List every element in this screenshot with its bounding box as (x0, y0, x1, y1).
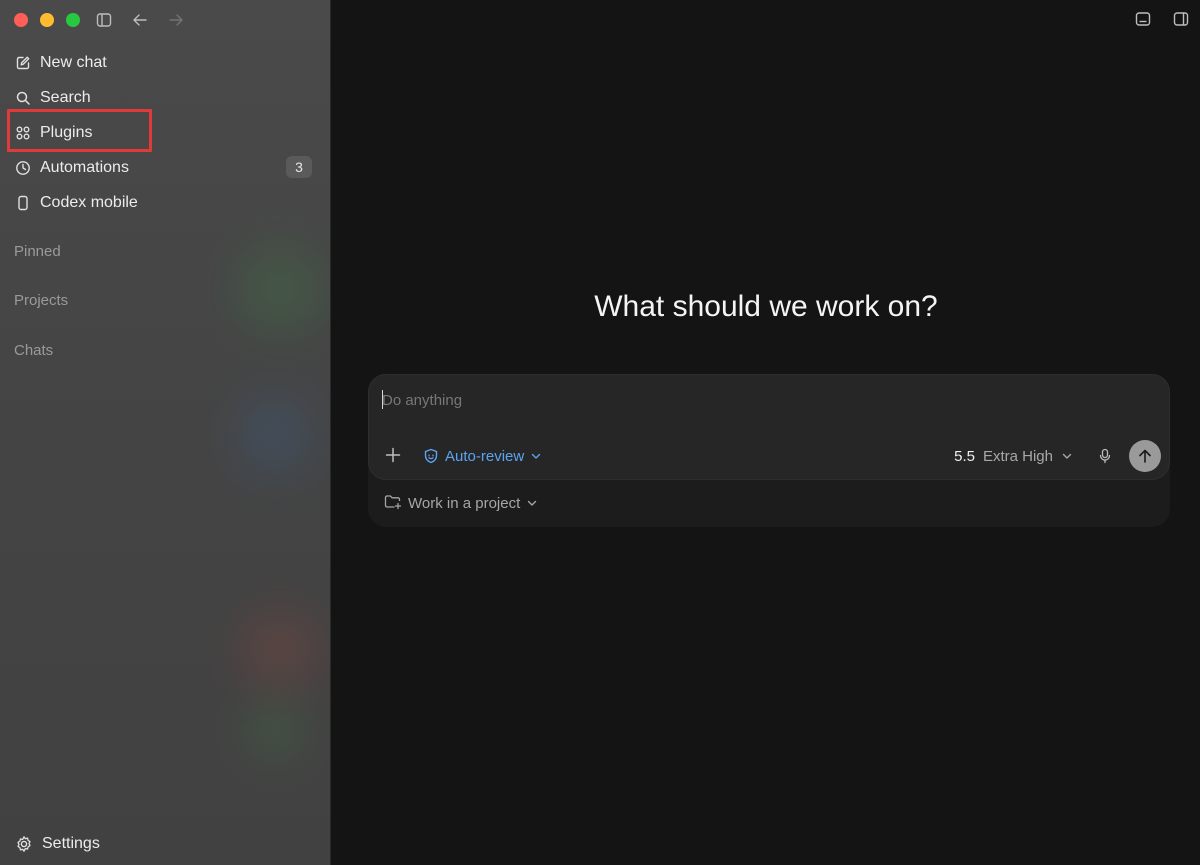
window-controls (14, 13, 80, 27)
sidebar-item-label: Plugins (40, 123, 93, 141)
sidebar-item-plugins[interactable]: Plugins (6, 115, 318, 150)
settings-button[interactable]: Settings (14, 833, 100, 855)
section-pinned[interactable]: Pinned (14, 243, 61, 260)
reasoning-level: Extra High (982, 447, 1053, 465)
text-caret (382, 390, 383, 409)
sidebar-item-label: Codex mobile (40, 193, 138, 211)
zoom-window-button[interactable] (66, 13, 80, 27)
forward-arrow-icon[interactable] (166, 10, 186, 30)
auto-review-label: Auto-review (445, 447, 525, 465)
model-selector[interactable]: 5.5 Extra High (954, 445, 1073, 467)
microphone-icon (1098, 448, 1112, 464)
sidebar-item-label: New chat (40, 53, 107, 71)
section-projects[interactable]: Projects (14, 292, 68, 309)
composer: Auto-review 5.5 Extra High (368, 374, 1170, 480)
sidebar-item-label: Automations (40, 158, 129, 176)
close-window-button[interactable] (14, 13, 28, 27)
app-window: New chat Search Plugins Automations 3 Co… (0, 0, 1200, 865)
shield-icon (423, 448, 439, 464)
main-panel: What should we work on? Auto-review (332, 0, 1200, 865)
sidebar-item-label: Search (40, 88, 91, 106)
arrow-up-icon (1137, 448, 1153, 464)
auto-review-dropdown[interactable]: Auto-review (423, 445, 542, 467)
grid-icon (14, 124, 32, 142)
sidebar: New chat Search Plugins Automations 3 Co… (0, 0, 331, 865)
send-button[interactable] (1129, 440, 1161, 472)
microphone-button[interactable] (1095, 445, 1115, 467)
settings-label: Settings (42, 835, 100, 852)
toggle-sidebar-icon[interactable] (94, 10, 114, 30)
toggle-bottom-panel-icon[interactable] (1134, 10, 1152, 28)
automations-count-badge: 3 (286, 156, 312, 178)
composer-container: Auto-review 5.5 Extra High (368, 374, 1170, 527)
page-title: What should we work on? (594, 290, 938, 323)
work-in-project-label: Work in a project (408, 494, 521, 512)
work-in-project-dropdown[interactable]: Work in a project (384, 492, 538, 514)
gear-icon (14, 834, 34, 854)
sidebar-toolbar (94, 10, 186, 30)
search-icon (14, 89, 32, 107)
folder-plus-icon (384, 494, 402, 512)
chevron-down-icon (1061, 450, 1073, 462)
plus-icon (385, 447, 401, 463)
sidebar-nav: New chat Search Plugins Automations 3 Co… (6, 45, 318, 220)
section-chats[interactable]: Chats (14, 342, 53, 359)
sidebar-item-automations[interactable]: Automations 3 (6, 150, 318, 185)
add-attachment-button[interactable] (383, 445, 403, 465)
phone-icon (14, 194, 32, 212)
model-version: 5.5 (954, 447, 975, 465)
chevron-down-icon (530, 450, 542, 462)
chevron-down-icon (526, 497, 538, 509)
prompt-input[interactable] (382, 389, 1082, 411)
minimize-window-button[interactable] (40, 13, 54, 27)
back-arrow-icon[interactable] (130, 10, 150, 30)
sidebar-item-search[interactable]: Search (6, 80, 318, 115)
sidebar-item-codex-mobile[interactable]: Codex mobile (6, 185, 318, 220)
clock-icon (14, 159, 32, 177)
toggle-right-panel-icon[interactable] (1172, 10, 1190, 28)
edit-icon (14, 54, 32, 72)
sidebar-item-new-chat[interactable]: New chat (6, 45, 318, 80)
panel-controls (1134, 10, 1190, 28)
